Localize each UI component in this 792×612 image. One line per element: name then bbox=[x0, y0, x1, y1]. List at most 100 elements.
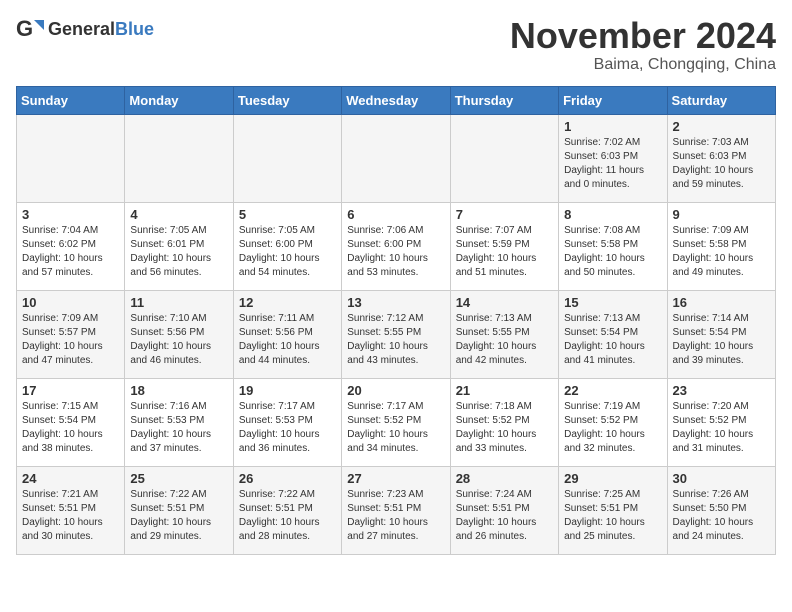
day-info: Sunrise: 7:25 AM Sunset: 5:51 PM Dayligh… bbox=[564, 488, 661, 544]
day-info: Sunrise: 7:02 AM Sunset: 6:03 PM Dayligh… bbox=[564, 136, 661, 192]
day-info: Sunrise: 7:19 AM Sunset: 5:52 PM Dayligh… bbox=[564, 400, 661, 456]
calendar-cell: 5Sunrise: 7:05 AM Sunset: 6:00 PM Daylig… bbox=[233, 202, 341, 290]
calendar-cell: 25 Sunrise: 7:22 AM Sunset: 5:51 PM Dayli… bbox=[125, 466, 233, 554]
day-number: 2 bbox=[673, 119, 770, 134]
day-info: Sunrise: 7:07 AM Sunset: 5:59 PM Dayligh… bbox=[456, 224, 553, 280]
day-info: Sunrise: 7:05 AM Sunset: 6:01 PM Dayligh… bbox=[130, 224, 227, 280]
day-number: 6 bbox=[347, 207, 444, 222]
calendar-cell: 17Sunrise: 7:15 AM Sunset: 5:54 PM Dayli… bbox=[17, 378, 125, 466]
calendar-cell bbox=[342, 114, 450, 202]
weekday-header-thursday: Thursday bbox=[450, 86, 558, 114]
day-info: Sunrise: 7:09 AM Sunset: 5:57 PM Dayligh… bbox=[22, 312, 119, 368]
calendar-cell: 12 Sunrise: 7:11 AM Sunset: 5:56 PM Dayli… bbox=[233, 290, 341, 378]
day-info: Sunrise: 7:20 AM Sunset: 5:52 PM Dayligh… bbox=[673, 400, 770, 456]
calendar-cell: 20 Sunrise: 7:17 AM Sunset: 5:52 PM Dayli… bbox=[342, 378, 450, 466]
svg-text:G: G bbox=[16, 16, 33, 41]
day-number: 11 bbox=[130, 295, 227, 310]
calendar-cell bbox=[125, 114, 233, 202]
calendar-cell bbox=[233, 114, 341, 202]
calendar-header: SundayMondayTuesdayWednesdayThursdayFrid… bbox=[17, 86, 776, 114]
calendar-cell: 23 Sunrise: 7:20 AM Sunset: 5:52 PM Dayli… bbox=[667, 378, 775, 466]
calendar-cell: 18 Sunrise: 7:16 AM Sunset: 5:53 PM Dayli… bbox=[125, 378, 233, 466]
day-number: 10 bbox=[22, 295, 119, 310]
title-area: November 2024 Baima, Chongqing, China bbox=[510, 16, 776, 74]
day-info: Sunrise: 7:17 AM Sunset: 5:52 PM Dayligh… bbox=[347, 400, 444, 456]
day-number: 18 bbox=[130, 383, 227, 398]
calendar-cell bbox=[450, 114, 558, 202]
day-info: Sunrise: 7:26 AM Sunset: 5:50 PM Dayligh… bbox=[673, 488, 770, 544]
day-number: 12 bbox=[239, 295, 336, 310]
calendar-week-4: 17Sunrise: 7:15 AM Sunset: 5:54 PM Dayli… bbox=[17, 378, 776, 466]
calendar-title: November 2024 bbox=[510, 16, 776, 56]
day-info: Sunrise: 7:13 AM Sunset: 5:55 PM Dayligh… bbox=[456, 312, 553, 368]
calendar-cell: 10 Sunrise: 7:09 AM Sunset: 5:57 PM Dayli… bbox=[17, 290, 125, 378]
calendar-week-1: 1 Sunrise: 7:02 AM Sunset: 6:03 PM Daylig… bbox=[17, 114, 776, 202]
calendar-cell: 22 Sunrise: 7:19 AM Sunset: 5:52 PM Dayli… bbox=[559, 378, 667, 466]
calendar-cell: 21Sunrise: 7:18 AM Sunset: 5:52 PM Dayli… bbox=[450, 378, 558, 466]
day-number: 25 bbox=[130, 471, 227, 486]
day-info: Sunrise: 7:11 AM Sunset: 5:56 PM Dayligh… bbox=[239, 312, 336, 368]
day-info: Sunrise: 7:22 AM Sunset: 5:51 PM Dayligh… bbox=[130, 488, 227, 544]
day-info: Sunrise: 7:23 AM Sunset: 5:51 PM Dayligh… bbox=[347, 488, 444, 544]
calendar-cell: 27 Sunrise: 7:23 AM Sunset: 5:51 PM Dayli… bbox=[342, 466, 450, 554]
weekday-header-tuesday: Tuesday bbox=[233, 86, 341, 114]
day-number: 28 bbox=[456, 471, 553, 486]
calendar-cell: 30 Sunrise: 7:26 AM Sunset: 5:50 PM Dayli… bbox=[667, 466, 775, 554]
day-number: 14 bbox=[456, 295, 553, 310]
calendar-cell: 16Sunrise: 7:14 AM Sunset: 5:54 PM Dayli… bbox=[667, 290, 775, 378]
calendar-cell: 6 Sunrise: 7:06 AM Sunset: 6:00 PM Daylig… bbox=[342, 202, 450, 290]
day-number: 17 bbox=[22, 383, 119, 398]
weekday-row: SundayMondayTuesdayWednesdayThursdayFrid… bbox=[17, 86, 776, 114]
day-info: Sunrise: 7:08 AM Sunset: 5:58 PM Dayligh… bbox=[564, 224, 661, 280]
calendar-cell: 9 Sunrise: 7:09 AM Sunset: 5:58 PM Daylig… bbox=[667, 202, 775, 290]
day-number: 16 bbox=[673, 295, 770, 310]
header: G GeneralBlue November 2024 Baima, Chong… bbox=[16, 16, 776, 74]
day-number: 9 bbox=[673, 207, 770, 222]
calendar-cell: 11 Sunrise: 7:10 AM Sunset: 5:56 PM Dayli… bbox=[125, 290, 233, 378]
calendar-cell: 4Sunrise: 7:05 AM Sunset: 6:01 PM Daylig… bbox=[125, 202, 233, 290]
calendar-cell: 14 Sunrise: 7:13 AM Sunset: 5:55 PM Dayli… bbox=[450, 290, 558, 378]
day-info: Sunrise: 7:22 AM Sunset: 5:51 PM Dayligh… bbox=[239, 488, 336, 544]
day-number: 22 bbox=[564, 383, 661, 398]
calendar-subtitle: Baima, Chongqing, China bbox=[510, 56, 776, 74]
day-info: Sunrise: 7:13 AM Sunset: 5:54 PM Dayligh… bbox=[564, 312, 661, 368]
day-info: Sunrise: 7:09 AM Sunset: 5:58 PM Dayligh… bbox=[673, 224, 770, 280]
calendar-cell: 2Sunrise: 7:03 AM Sunset: 6:03 PM Daylig… bbox=[667, 114, 775, 202]
weekday-header-wednesday: Wednesday bbox=[342, 86, 450, 114]
day-info: Sunrise: 7:06 AM Sunset: 6:00 PM Dayligh… bbox=[347, 224, 444, 280]
calendar-cell: 24Sunrise: 7:21 AM Sunset: 5:51 PM Dayli… bbox=[17, 466, 125, 554]
calendar-cell: 3Sunrise: 7:04 AM Sunset: 6:02 PM Daylig… bbox=[17, 202, 125, 290]
calendar-body: 1 Sunrise: 7:02 AM Sunset: 6:03 PM Daylig… bbox=[17, 114, 776, 554]
calendar-cell: 15 Sunrise: 7:13 AM Sunset: 5:54 PM Dayli… bbox=[559, 290, 667, 378]
day-number: 5 bbox=[239, 207, 336, 222]
logo-blue: Blue bbox=[115, 19, 154, 39]
day-number: 30 bbox=[673, 471, 770, 486]
calendar-cell: 13 Sunrise: 7:12 AM Sunset: 5:55 PM Dayli… bbox=[342, 290, 450, 378]
weekday-header-monday: Monday bbox=[125, 86, 233, 114]
day-number: 15 bbox=[564, 295, 661, 310]
weekday-header-friday: Friday bbox=[559, 86, 667, 114]
day-info: Sunrise: 7:12 AM Sunset: 5:55 PM Dayligh… bbox=[347, 312, 444, 368]
logo-general: General bbox=[48, 19, 115, 39]
calendar-cell: 1 Sunrise: 7:02 AM Sunset: 6:03 PM Daylig… bbox=[559, 114, 667, 202]
day-info: Sunrise: 7:24 AM Sunset: 5:51 PM Dayligh… bbox=[456, 488, 553, 544]
calendar-cell: 26 Sunrise: 7:22 AM Sunset: 5:51 PM Dayli… bbox=[233, 466, 341, 554]
day-number: 27 bbox=[347, 471, 444, 486]
day-number: 8 bbox=[564, 207, 661, 222]
day-number: 29 bbox=[564, 471, 661, 486]
logo: G GeneralBlue bbox=[16, 16, 154, 44]
day-number: 13 bbox=[347, 295, 444, 310]
day-info: Sunrise: 7:10 AM Sunset: 5:56 PM Dayligh… bbox=[130, 312, 227, 368]
weekday-header-sunday: Sunday bbox=[17, 86, 125, 114]
day-number: 26 bbox=[239, 471, 336, 486]
day-number: 20 bbox=[347, 383, 444, 398]
calendar-cell: 29 Sunrise: 7:25 AM Sunset: 5:51 PM Dayli… bbox=[559, 466, 667, 554]
logo-icon: G bbox=[16, 16, 44, 44]
day-number: 1 bbox=[564, 119, 661, 134]
calendar-cell: 7Sunrise: 7:07 AM Sunset: 5:59 PM Daylig… bbox=[450, 202, 558, 290]
day-info: Sunrise: 7:04 AM Sunset: 6:02 PM Dayligh… bbox=[22, 224, 119, 280]
day-number: 23 bbox=[673, 383, 770, 398]
day-info: Sunrise: 7:16 AM Sunset: 5:53 PM Dayligh… bbox=[130, 400, 227, 456]
calendar-cell: 28 Sunrise: 7:24 AM Sunset: 5:51 PM Dayli… bbox=[450, 466, 558, 554]
calendar-cell bbox=[17, 114, 125, 202]
